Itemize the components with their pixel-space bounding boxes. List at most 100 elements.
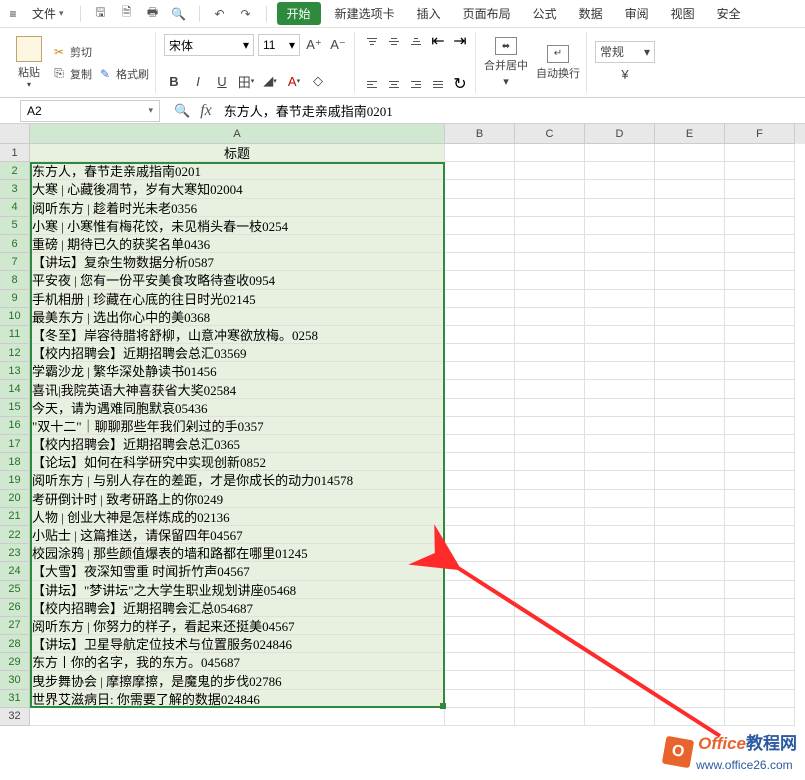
data-cell[interactable]: 学霸沙龙 | 繁华深处静读书01456: [30, 362, 445, 380]
name-box[interactable]: A2▾: [20, 100, 160, 122]
data-cell[interactable]: "双十二"｜聊聊那些年我们剁过的手0357: [30, 417, 445, 435]
paste-button[interactable]: 粘贴▾: [12, 34, 46, 91]
tab-new[interactable]: 新建选项卡: [327, 1, 403, 26]
data-cell[interactable]: 最美东方 | 选出你心中的美0368: [30, 308, 445, 326]
row-header[interactable]: 21: [0, 508, 30, 526]
row-header[interactable]: 4: [0, 199, 30, 217]
data-cell[interactable]: 喜讯|我院英语大神喜获省大奖02584: [30, 380, 445, 398]
select-all-corner[interactable]: [0, 124, 30, 144]
align-middle-button[interactable]: [385, 34, 403, 48]
col-header-A[interactable]: A: [30, 124, 445, 144]
bold-button[interactable]: B: [164, 71, 184, 91]
saveas-icon[interactable]: 🗎: [117, 4, 137, 24]
data-cell[interactable]: 阅听东方 | 趁着时光未老0356: [30, 199, 445, 217]
print-preview-icon[interactable]: 🔍: [169, 4, 189, 24]
align-bottom-button[interactable]: [407, 34, 425, 48]
row-header[interactable]: 23: [0, 544, 30, 562]
row-header[interactable]: 29: [0, 653, 30, 671]
row-header[interactable]: 7: [0, 253, 30, 271]
tab-home[interactable]: 开始: [277, 2, 321, 25]
cell-header[interactable]: 标题: [30, 144, 445, 162]
data-cell[interactable]: 【讲坛】卫星导航定位技术与位置服务024846: [30, 635, 445, 653]
align-top-button[interactable]: [363, 34, 381, 48]
tab-data[interactable]: 数据: [571, 1, 611, 26]
tab-layout[interactable]: 页面布局: [455, 1, 519, 26]
decrease-font-icon[interactable]: A⁻: [328, 35, 348, 55]
row-header[interactable]: 3: [0, 180, 30, 198]
data-cell[interactable]: 【讲坛】复杂生物数据分析0587: [30, 253, 445, 271]
data-cell[interactable]: 东方人，春节走亲戚指南0201: [30, 162, 445, 180]
font-color-button[interactable]: A▾: [284, 71, 304, 91]
row-header[interactable]: 26: [0, 599, 30, 617]
row-header[interactable]: 27: [0, 617, 30, 635]
col-header-F[interactable]: F: [725, 124, 795, 144]
data-cell[interactable]: 人物 | 创业大神是怎样炼成的02136: [30, 508, 445, 526]
file-menu[interactable]: 文件▾: [26, 3, 70, 24]
row-header[interactable]: 12: [0, 344, 30, 362]
tab-formula[interactable]: 公式: [525, 1, 565, 26]
number-format-select[interactable]: 常规▾: [595, 41, 655, 63]
tab-security[interactable]: 安全: [709, 1, 749, 26]
formula-input[interactable]: 东方人，春节走亲戚指南0201: [220, 101, 805, 120]
row-header[interactable]: 11: [0, 326, 30, 344]
data-cell[interactable]: 【冬至】岸容待腊将舒柳，山意冲寒欲放梅。0258: [30, 326, 445, 344]
data-cell[interactable]: 重磅 | 期待已久的获奖名单0436: [30, 235, 445, 253]
data-cell[interactable]: 平安夜 | 您有一份平安美食攻略待查收0954: [30, 271, 445, 289]
data-cell[interactable]: 校园涂鸦 | 那些颜值爆表的墙和路都在哪里01245: [30, 544, 445, 562]
row-header[interactable]: 6: [0, 235, 30, 253]
col-header-E[interactable]: E: [655, 124, 725, 144]
underline-button[interactable]: U: [212, 71, 232, 91]
row-header[interactable]: 9: [0, 290, 30, 308]
row-header[interactable]: 14: [0, 380, 30, 398]
fill-color-button[interactable]: ◢▾: [260, 71, 280, 91]
data-cell[interactable]: 【大雪】夜深知雪重 时闻折竹声04567: [30, 562, 445, 580]
orientation-button[interactable]: ↻: [451, 77, 469, 91]
row-header[interactable]: 2: [0, 162, 30, 180]
row-header[interactable]: 19: [0, 471, 30, 489]
copy-button[interactable]: ⎘复制: [52, 64, 92, 84]
data-cell[interactable]: 小寒 | 小寒惟有梅花饺，未见梢头春一枝0254: [30, 217, 445, 235]
row-header[interactable]: 28: [0, 635, 30, 653]
data-cell[interactable]: 阅听东方 | 与别人存在的差距，才是你成长的动力014578: [30, 471, 445, 489]
data-cell[interactable]: 【论坛】如何在科学研究中实现创新0852: [30, 453, 445, 471]
wrap-button[interactable]: ↵ 自动换行: [536, 34, 580, 91]
border-button[interactable]: 田▾: [236, 71, 256, 91]
col-header-D[interactable]: D: [585, 124, 655, 144]
row-header[interactable]: 18: [0, 453, 30, 471]
data-cell[interactable]: 东方丨你的名字，我的东方。045687: [30, 653, 445, 671]
decrease-indent-button[interactable]: ⇤: [429, 34, 447, 48]
data-cell[interactable]: 阅听东方 | 你努力的样子，看起来还挺美04567: [30, 617, 445, 635]
justify-button[interactable]: [429, 77, 447, 91]
font-size-select[interactable]: 11▾: [258, 34, 300, 56]
data-cell[interactable]: 【校内招聘会】近期招聘会总汇03569: [30, 344, 445, 362]
row-header[interactable]: 5: [0, 217, 30, 235]
align-left-button[interactable]: [363, 77, 381, 91]
italic-button[interactable]: I: [188, 71, 208, 91]
clear-format-button[interactable]: ◇: [308, 71, 328, 91]
row-header[interactable]: 22: [0, 526, 30, 544]
row-header[interactable]: 31: [0, 690, 30, 708]
row-header[interactable]: 1: [0, 144, 30, 162]
print-icon[interactable]: 🖶: [143, 4, 163, 24]
font-name-select[interactable]: 宋体▾: [164, 34, 254, 56]
hamburger-icon[interactable]: ≡: [6, 7, 20, 21]
data-cell[interactable]: 【校内招聘会】近期招聘会总汇0365: [30, 435, 445, 453]
align-center-button[interactable]: [385, 77, 403, 91]
merge-button[interactable]: ⬌ 合并居中▾: [484, 34, 528, 91]
row-header[interactable]: 20: [0, 490, 30, 508]
data-cell[interactable]: 手机相册 | 珍藏在心底的往日时光02145: [30, 290, 445, 308]
data-cell[interactable]: 小贴士 | 这篇推送，请保留四年04567: [30, 526, 445, 544]
row-header[interactable]: 13: [0, 362, 30, 380]
format-painter-button[interactable]: ✎格式刷: [98, 64, 149, 84]
row-header[interactable]: 32: [0, 708, 30, 726]
col-header-B[interactable]: B: [445, 124, 515, 144]
undo-icon[interactable]: ↶: [210, 4, 230, 24]
data-cell[interactable]: 【校内招聘会】近期招聘会汇总054687: [30, 599, 445, 617]
row-header[interactable]: 16: [0, 417, 30, 435]
data-cell[interactable]: 考研倒计时 | 致考研路上的你0249: [30, 490, 445, 508]
data-cell[interactable]: 【讲坛】"梦讲坛"之大学生职业规划讲座05468: [30, 581, 445, 599]
save-icon[interactable]: 🖫: [91, 4, 111, 24]
row-header[interactable]: 8: [0, 271, 30, 289]
row-header[interactable]: 30: [0, 671, 30, 689]
fx-icon[interactable]: fx: [200, 102, 220, 120]
